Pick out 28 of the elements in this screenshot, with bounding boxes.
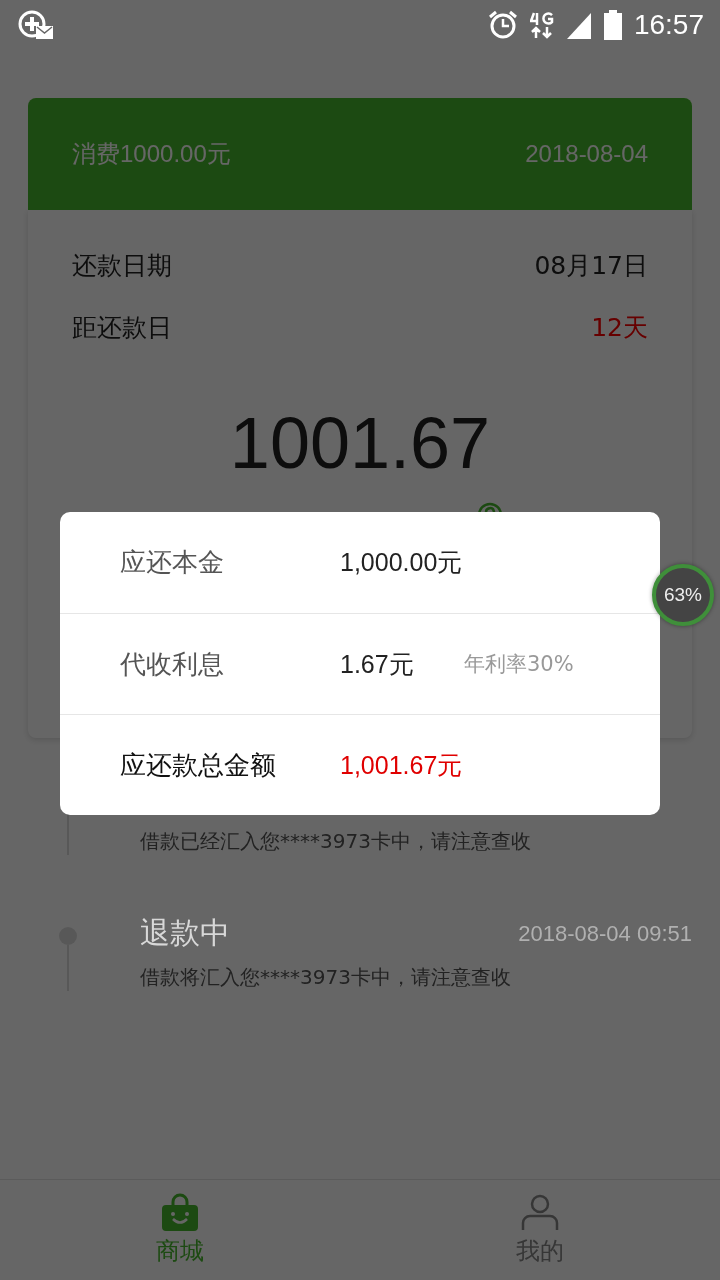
info-label: 距还款日 — [72, 311, 172, 344]
battery-icon — [603, 10, 622, 40]
signal-icon — [565, 11, 592, 39]
person-icon — [521, 1193, 559, 1231]
order-title: 消费1000.00元 — [72, 139, 231, 169]
notification-icon — [18, 10, 54, 40]
dialog-label: 应还本金 — [120, 546, 225, 579]
dialog-note: 年利率30% — [464, 651, 574, 678]
info-value: 08月17日 — [534, 249, 648, 282]
dialog-value: 1.67元 — [340, 648, 415, 680]
shopping-bag-icon — [161, 1193, 199, 1231]
network-icon — [529, 11, 554, 39]
dialog-value: 1,001.67元 — [340, 749, 464, 781]
timeline-description: 借款将汇入您****3973卡中，请注意查收 — [140, 964, 512, 991]
info-label: 还款日期 — [72, 249, 172, 282]
timeline-time: 2018-08-04 09:51 — [518, 920, 692, 947]
status-time: 16:57 — [633, 9, 704, 41]
total-amount: 1001.67 — [228, 402, 492, 484]
dialog-label: 应还款总金额 — [120, 748, 277, 782]
order-date: 2018-08-04 — [525, 140, 648, 168]
info-value: 12天 — [591, 311, 648, 344]
floating-widget[interactable]: 63% — [652, 564, 714, 626]
dialog-label: 代收利息 — [120, 647, 225, 681]
tab[interactable]: 商城 — [0, 1180, 360, 1280]
timeline-title: 退款中 — [140, 914, 231, 952]
dialog-value: 1,000.00元 — [340, 547, 464, 578]
alarm-icon — [487, 10, 518, 40]
timeline-description: 借款已经汇入您****3973卡中，请注意查收 — [140, 828, 532, 855]
